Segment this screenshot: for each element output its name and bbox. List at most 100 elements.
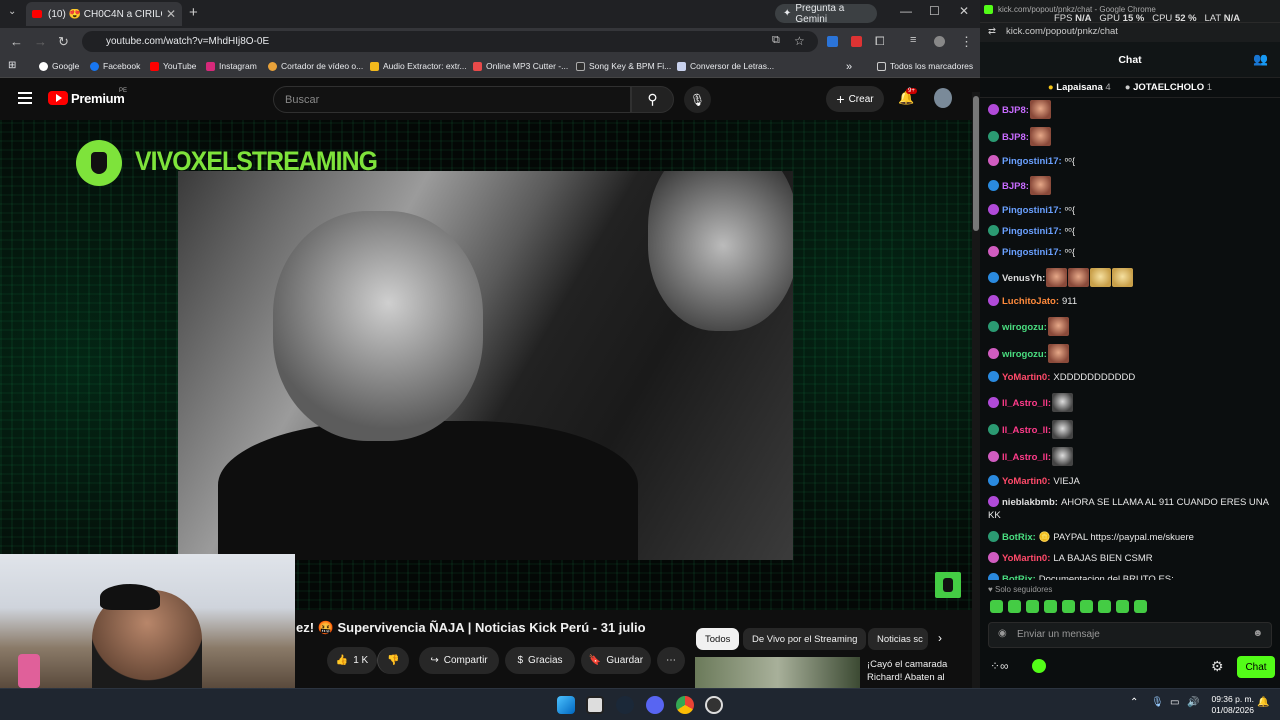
search-input[interactable]: Buscar [273,86,631,113]
chat-message[interactable]: BJP8: [988,100,1274,119]
bookmark-item[interactable]: Facebook [90,61,140,71]
chips-next-icon[interactable]: › [938,631,942,645]
chat-message[interactable]: Pingostini17: ᵒᵒ{ [988,203,1274,217]
chat-message[interactable]: Pingostini17: ᵒᵒ{ [988,154,1274,168]
chat-message[interactable]: wirogozu: [988,316,1274,336]
chat-messages[interactable]: BJP8: BJP8: Pingostini17: ᵒᵒ{ BJP8: Pingostin… [988,100,1274,580]
chat-message-input[interactable]: ◉ Enviar un mensaje ☻ [988,622,1272,648]
like-button[interactable]: 👍 1 K [327,647,377,674]
apps-icon[interactable]: ⊞ [8,60,16,71]
chat-message[interactable]: BJP8: [988,127,1274,147]
bookmark-item[interactable]: Instagram [206,61,257,71]
kick-points-icon[interactable] [1032,659,1046,673]
chip-noticias[interactable]: Noticias sc [868,628,928,650]
recommended-video[interactable]: ¡Cayó el camarada Richard! Abaten al [695,657,965,688]
chat-username[interactable]: VenusYh: [1002,273,1045,284]
thanks-button[interactable]: $ Gracias [505,647,575,674]
chat-message[interactable]: nieblakbmb: AHORA SE LLAMA AL 911 CUANDO … [988,496,1274,522]
emote-icon[interactable] [1044,600,1057,613]
bookmark-item[interactable]: Google [39,61,79,71]
chat-message[interactable]: Pingostini17: ᵒᵒ{ [988,246,1274,259]
tray-arrow-icon[interactable]: ⌃ [1130,697,1138,708]
youtube-logo-icon[interactable] [48,91,68,105]
chat-username[interactable]: ll_Astro_ll: [1002,425,1051,436]
chat-username[interactable]: Pingostini17: [1002,205,1062,216]
chat-username[interactable]: ll_Astro_ll: [1002,398,1051,409]
forward-icon[interactable]: → [34,34,47,49]
kick-url-bar[interactable]: ⇄ kick.com/popout/pnkz/chat [980,22,1280,42]
volume-icon[interactable]: 🔊 [1187,697,1199,708]
chat-message[interactable]: ll_Astro_ll: [988,447,1274,467]
gemini-button[interactable]: ✦ Pregunta a Gemini [775,3,877,25]
emote-icon[interactable] [1098,600,1111,613]
account-avatar[interactable] [934,88,952,108]
create-button[interactable]: + Crear [826,86,884,112]
chat-username[interactable]: wirogozu: [1002,322,1047,333]
emote-icon[interactable] [1134,600,1147,613]
new-tab-icon[interactable]: + [189,4,198,21]
discord-icon[interactable] [646,696,664,714]
chat-username[interactable]: wirogozu: [1002,349,1047,360]
chat-username[interactable]: BotRix: [1002,532,1036,543]
close-window-icon[interactable]: ✕ [959,4,969,18]
windows-start-icon[interactable] [557,696,575,714]
chat-message[interactable]: ll_Astro_ll: [988,392,1274,412]
chat-username[interactable]: Pingostini17: [1002,156,1062,167]
back-icon[interactable]: ← [10,34,23,49]
bookmark-item[interactable]: Conversor de Letras... [677,61,774,71]
chat-message[interactable]: BotRix:Documentacion del BRUTO.ES: https… [988,573,1274,580]
chat-username[interactable]: Pingostini17: [1002,226,1062,237]
dislike-button[interactable]: 👎 [377,647,409,674]
gifter-item[interactable]: ● JOTAELCHOLO 1 [1125,82,1212,93]
chat-username[interactable]: BotRix: [1002,574,1036,580]
bookmark-star-icon[interactable]: ☆ [794,34,805,48]
emoji-picker-icon[interactable]: ☻ [1252,628,1263,639]
chip-todos[interactable]: Todos [696,628,740,650]
emote-icon[interactable] [1080,600,1093,613]
network-icon[interactable]: ▭ [1170,697,1179,708]
bookmark-item[interactable]: Cortador de vídeo o... [268,61,363,71]
chrome-menu-icon[interactable]: ⋮ [960,34,973,50]
all-bookmarks[interactable]: Todos los marcadores [877,61,973,71]
chat-settings-icon[interactable]: ⚙ [1211,658,1224,675]
chat-username[interactable]: LuchitoJato: [1002,296,1059,307]
chrome-icon[interactable] [676,696,694,714]
emote-icon[interactable] [990,600,1003,613]
bookmark-item[interactable]: YouTube [150,61,196,71]
chat-username[interactable]: BJP8: [1002,132,1029,143]
emote-icon[interactable] [1116,600,1129,613]
system-clock[interactable]: 09:36 p. m. 01/08/2026 [1211,694,1254,716]
chat-username[interactable]: BJP8: [1002,105,1029,116]
bookmark-item[interactable]: Song Key & BPM Fi... [576,61,671,71]
more-actions-button[interactable]: ⋯ [657,647,685,674]
chat-message[interactable]: Pingostini17: ᵒᵒ{ [988,224,1274,238]
bookmark-item[interactable]: Audio Extractor: extr... [370,61,467,71]
chat-message[interactable]: YoMartin0: VIEJA [988,474,1274,488]
chat-username[interactable]: ll_Astro_ll: [1002,452,1051,463]
reload-icon[interactable]: ↻ [58,34,69,50]
chat-message[interactable]: VenusYh: [988,267,1274,287]
notification-center-icon[interactable]: 🔔 [1257,697,1269,708]
chat-message[interactable]: wirogozu: [988,343,1274,363]
emote-icon[interactable] [1062,600,1075,613]
close-tab-icon[interactable]: ✕ [166,7,176,21]
bookmark-item[interactable]: Online MP3 Cutter -... [473,61,568,71]
tab-search-icon[interactable]: ⌄ [8,6,16,17]
user-list-icon[interactable]: 👥 [1253,52,1268,66]
file-explorer-icon[interactable] [586,696,604,714]
mic-tray-icon[interactable]: 🎙 [1151,697,1164,708]
url-field[interactable]: youtube.com/watch?v=MhdHIj8O-0E [82,31,818,52]
save-button[interactable]: 🔖 Guardar [581,647,651,674]
chat-message[interactable]: ll_Astro_ll: [988,420,1274,440]
chat-username[interactable]: nieblakbmb: [1002,497,1058,508]
emote-icon[interactable] [1008,600,1021,613]
chat-message[interactable]: BJP8: [988,176,1274,196]
obs-icon[interactable] [705,696,723,714]
share-button[interactable]: ↪ Compartir [419,647,499,674]
scrollbar-thumb[interactable] [973,96,979,231]
youtube-premium-logo[interactable]: Premium [71,91,125,106]
chat-username[interactable]: Pingostini17: [1002,247,1062,258]
voice-search-button[interactable]: 🎙 [684,86,711,113]
chat-message[interactable]: YoMartin0: LA BAJAS BIEN CSMR [988,552,1274,565]
page-scrollbar[interactable] [972,92,980,688]
